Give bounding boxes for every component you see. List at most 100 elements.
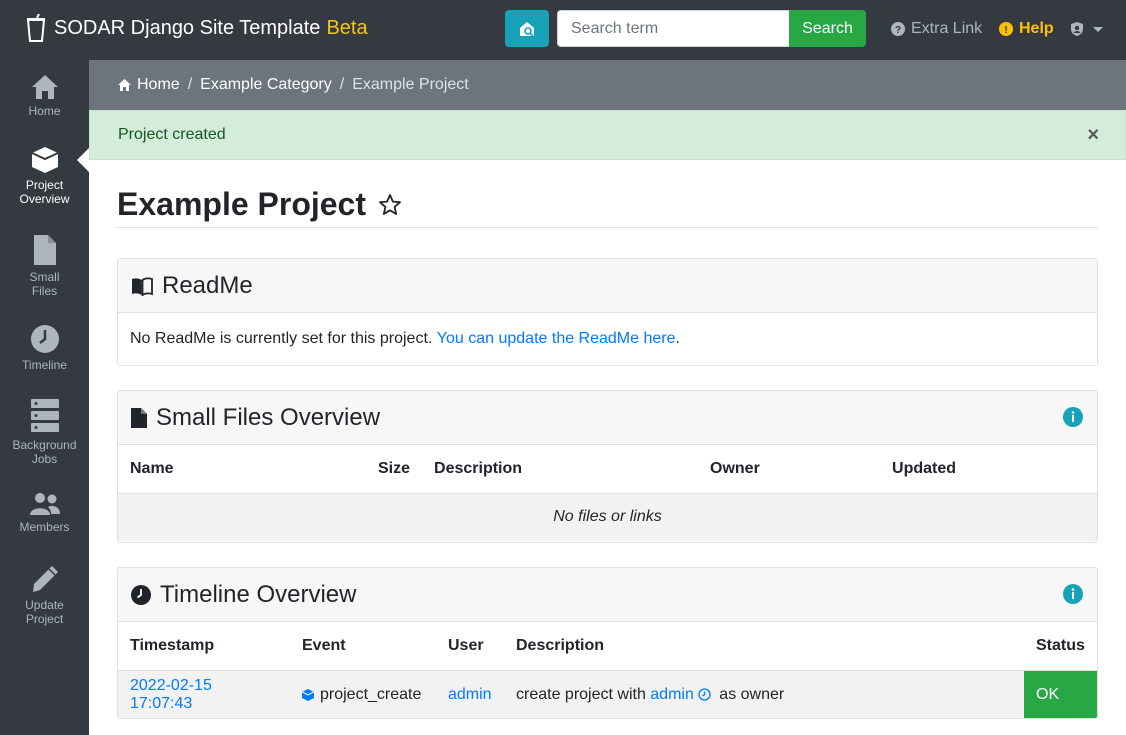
sidebar-item-timeline[interactable]: Timeline [0,324,89,372]
readme-suffix: . [675,330,680,347]
cube-icon [302,688,314,701]
column-header-size[interactable]: Size [366,445,423,494]
event-cell: project_create [290,670,436,718]
sidebar-item-label: Project Overview [19,178,70,206]
timestamp-link[interactable]: 2022-02-15 17:07:43 [130,677,212,712]
sidebar-item-background-jobs[interactable]: Background Jobs [0,398,89,466]
column-header-owner[interactable]: Owner [698,445,881,494]
site-brand[interactable]: SODAR Django Site Template Beta [26,14,368,42]
small-files-table: Name Size Description Owner Updated No f… [118,445,1097,541]
success-alert: Project created × [89,110,1126,160]
timeline-title: Timeline Overview [160,580,357,608]
clock-icon [30,325,59,353]
breadcrumb-current: Example Project [352,76,469,93]
sidebar-item-label: Members [19,520,70,534]
cube-icon [31,147,58,173]
info-icon[interactable] [1063,584,1083,604]
timestamp-cell: 2022-02-15 17:07:43 [118,670,290,718]
brand-title: SODAR Django Site Template [54,16,321,39]
sidebar: Home Project Overview Small Files Timeli… [0,60,89,735]
breadcrumb: Home / Example Category / Example Projec… [89,60,1126,110]
description-user-link[interactable]: admin [650,686,694,703]
brand-beta-label: Beta [326,16,368,39]
server-icon [30,399,59,432]
breadcrumb-home[interactable]: Home [137,76,180,94]
close-icon[interactable]: × [1087,124,1099,147]
breadcrumb-category[interactable]: Example Category [200,76,332,94]
book-open-icon [132,276,153,296]
column-header-name[interactable]: Name [118,445,366,494]
column-header-status[interactable]: Status [1024,622,1097,671]
user-menu-dropdown[interactable] [1069,21,1105,37]
search-icon [520,21,534,37]
table-row: 2022-02-15 17:07:43 project_create admin [118,670,1097,718]
sidebar-item-label: Small Files [29,270,60,298]
user-shield-icon [1071,22,1083,36]
home-icon [118,79,131,91]
breadcrumb-separator: / [187,76,193,93]
page-title: Example Project [117,186,402,223]
help-link[interactable]: ! Help [999,20,1054,38]
small-files-card-header: Small Files Overview [118,391,1097,445]
cup-icon [26,14,46,42]
search-button[interactable]: Search [789,10,866,47]
home-icon [31,75,58,99]
help-label: Help [1019,20,1054,37]
table-header-row: Name Size Description Owner Updated [118,445,1097,494]
readme-text: No ReadMe is currently set for this proj… [130,330,433,347]
file-icon [33,235,56,265]
sidebar-item-small-files[interactable]: Small Files [0,234,89,298]
event-name: project_create [320,685,422,703]
project-title: Example Project [117,186,366,222]
description-suffix: as owner [714,685,785,703]
sidebar-item-home[interactable]: Home [0,74,89,118]
user-cell: admin [436,670,504,718]
description-prefix: create project with [516,685,651,703]
breadcrumb-separator: / [339,76,345,93]
chevron-down-icon [1093,27,1103,32]
sidebar-item-label: Timeline [22,358,67,372]
top-navbar: SODAR Django Site Template Beta Search ?… [0,0,1126,60]
svg-text:!: ! [1004,25,1007,36]
sidebar-item-members[interactable]: Members [0,492,89,534]
search-input[interactable] [557,10,790,47]
alert-message: Project created [118,126,226,143]
sidebar-item-label: Background Jobs [12,438,77,466]
table-header-row: Timestamp Event User Description Status [118,622,1097,671]
status-badge: OK [1024,670,1097,718]
clock-icon[interactable] [698,688,711,701]
active-item-pointer [77,148,89,172]
timeline-card: Timeline Overview Timestamp Event User D… [117,567,1098,719]
clock-icon [131,584,151,605]
pencil-icon [32,566,58,592]
readme-card: ReadMe No ReadMe is currently set for th… [117,258,1098,366]
extra-link-label: Extra Link [911,20,983,37]
column-header-user[interactable]: User [436,622,504,671]
readme-title: ReadMe [162,271,253,299]
small-files-title: Small Files Overview [156,403,381,431]
readme-card-header: ReadMe [118,259,1097,313]
timeline-table: Timestamp Event User Description Status … [118,622,1097,718]
readme-update-link[interactable]: You can update the ReadMe here [437,330,676,348]
column-header-timestamp[interactable]: Timestamp [118,622,290,671]
table-row: No files or links [118,493,1097,541]
info-icon[interactable] [1063,407,1083,427]
empty-table-message: No files or links [118,493,1097,541]
title-divider [117,227,1098,228]
user-link[interactable]: admin [448,686,492,703]
column-header-description[interactable]: Description [422,445,699,494]
timeline-card-header: Timeline Overview [118,568,1097,622]
sidebar-item-update-project[interactable]: Update Project [0,564,89,626]
svg-text:?: ? [895,25,901,36]
info-circle-icon: ! [999,22,1013,36]
column-header-description[interactable]: Description [504,622,1024,671]
description-cell: create project with admin as owner [504,670,1024,718]
extra-link[interactable]: ? Extra Link [891,20,982,38]
advanced-search-button[interactable] [505,10,549,47]
star-icon[interactable] [378,193,402,217]
file-icon [131,407,147,428]
column-header-event[interactable]: Event [290,622,436,671]
sidebar-item-label: Update Project [25,598,64,626]
sidebar-item-project-overview[interactable]: Project Overview [0,146,89,206]
column-header-updated[interactable]: Updated [880,445,1097,494]
